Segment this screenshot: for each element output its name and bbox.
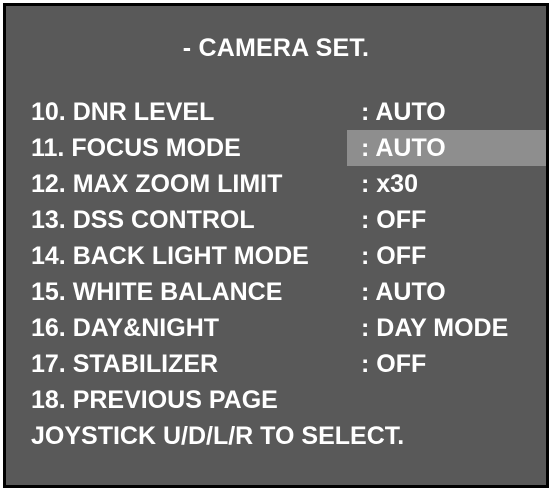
menu-item-value: : AUTO — [361, 98, 446, 126]
menu-item-value: : OFF — [361, 350, 427, 378]
menu-item-label: 12. MAX ZOOM LIMIT — [31, 170, 283, 198]
menu-item-label: 13. DSS CONTROL — [31, 206, 255, 234]
menu-item-focus-mode[interactable]: 11. FOCUS MODE : AUTO — [6, 130, 552, 166]
menu-item-value: : OFF — [361, 206, 427, 234]
menu-item-label: 11. FOCUS MODE — [31, 134, 241, 162]
menu-item-value: : OFF — [361, 242, 427, 270]
menu-item-previous-page[interactable]: 18. PREVIOUS PAGE — [6, 382, 552, 418]
menu-item-value: : x30 — [361, 170, 418, 198]
menu-item-back-light-mode[interactable]: 14. BACK LIGHT MODE : OFF — [6, 238, 552, 274]
menu-item-value: : DAY MODE — [361, 314, 509, 342]
navigation-hint: JOYSTICK U/D/L/R TO SELECT. — [31, 422, 405, 450]
menu-item-label: 16. DAY&NIGHT — [31, 314, 220, 342]
menu-title: - CAMERA SET. — [182, 34, 370, 62]
menu-item-day-night[interactable]: 16. DAY&NIGHT : DAY MODE — [6, 310, 552, 346]
menu-item-label: 18. PREVIOUS PAGE — [31, 386, 278, 414]
menu-item-stabilizer[interactable]: 17. STABILIZER : OFF — [6, 346, 552, 382]
menu-item-label: 14. BACK LIGHT MODE — [31, 242, 309, 270]
menu-item-value: : AUTO — [361, 134, 446, 162]
menu-item-dnr-level[interactable]: 10. DNR LEVEL : AUTO — [6, 94, 552, 130]
menu-item-white-balance[interactable]: 15. WHITE BALANCE : AUTO — [6, 274, 552, 310]
menu-item-value: : AUTO — [361, 278, 446, 306]
menu-item-label: 10. DNR LEVEL — [31, 98, 215, 126]
menu-item-max-zoom-limit[interactable]: 12. MAX ZOOM LIMIT : x30 — [6, 166, 552, 202]
menu-item-dss-control[interactable]: 13. DSS CONTROL : OFF — [6, 202, 552, 238]
camera-osd-menu: - CAMERA SET. 10. DNR LEVEL : AUTO 11. F… — [3, 3, 549, 488]
menu-item-label: 15. WHITE BALANCE — [31, 278, 283, 306]
menu-item-label: 17. STABILIZER — [31, 350, 219, 378]
